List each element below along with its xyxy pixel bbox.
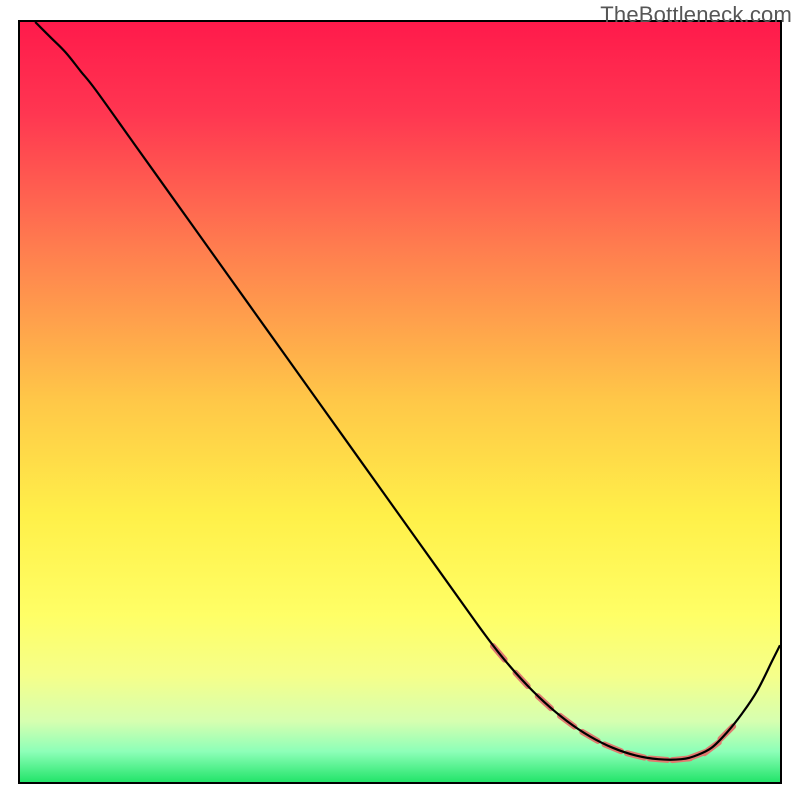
chart-container: TheBottleneck.com (0, 0, 800, 800)
curve-layer (20, 22, 780, 782)
highlight-dashes (493, 646, 733, 760)
plot-frame (18, 20, 782, 784)
bottleneck-curve (35, 22, 780, 760)
watermark-text: TheBottleneck.com (600, 2, 792, 28)
